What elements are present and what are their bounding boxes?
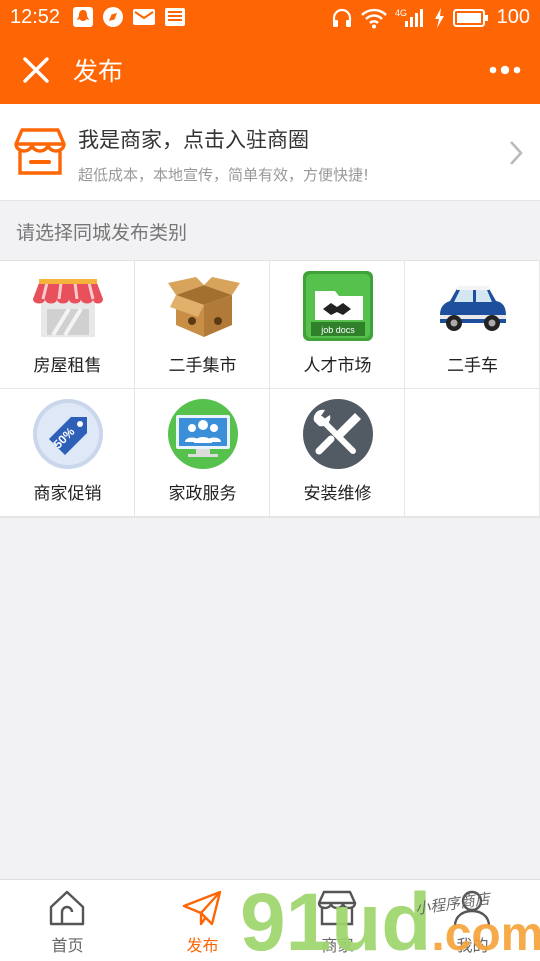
category-used-car[interactable]: 二手车 (405, 261, 540, 389)
category-merchant-promotion[interactable]: 50% 商家促销 (0, 389, 135, 517)
merchant-join-banner[interactable]: 我是商家，点击入驻商圈 超低成本，本地宣传，简单有效，方便快捷! (0, 104, 540, 201)
tab-label: 首页 (51, 936, 84, 955)
category-label: 家政服务 (168, 484, 237, 504)
category-talent-market[interactable]: job docs 人才市场 (270, 261, 405, 389)
wrench-screwdriver-icon (303, 399, 373, 469)
home-icon (49, 890, 85, 926)
section-label: 请选择同城发布类别 (16, 222, 188, 244)
cellular-signal-icon: 4G (395, 8, 423, 27)
compass-notification-icon (103, 7, 123, 27)
app-bar: 发布 (0, 36, 540, 104)
category-label: 人才市场 (303, 356, 372, 376)
category-housekeeping[interactable]: 家政服务 (135, 389, 270, 517)
category-label: 房屋租售 (33, 356, 102, 376)
people-monitor-icon (168, 399, 238, 469)
category-label: 二手集市 (168, 356, 237, 376)
user-icon (453, 890, 491, 927)
store-icon (14, 128, 66, 175)
tab-label: 发布 (186, 936, 219, 955)
close-icon[interactable] (20, 54, 52, 86)
bottom-tab-bar: 首页 发布 商家 我的 (0, 879, 540, 961)
category-label: 二手车 (447, 356, 498, 376)
category-label: 安装维修 (303, 484, 372, 504)
category-label: 商家促销 (33, 484, 102, 504)
category-empty-slot (405, 389, 540, 517)
category-house-rental[interactable]: 房屋租售 (0, 261, 135, 389)
tab-home[interactable]: 首页 (0, 880, 135, 961)
headset-icon (332, 8, 351, 27)
job-docs-text: job docs (320, 325, 355, 335)
category-second-hand-market[interactable]: 二手集市 (135, 261, 270, 389)
charging-icon (434, 7, 444, 28)
notification-icons (72, 6, 186, 28)
status-bar: 12:52 4G 100 (0, 0, 540, 36)
qq-notification-icon (73, 7, 93, 27)
tab-label: 商家 (321, 936, 354, 955)
status-time: 12:52 (10, 6, 61, 28)
mail-notification-icon (133, 9, 155, 25)
news-notification-icon (165, 8, 185, 26)
wifi-icon (360, 8, 387, 28)
category-installation-repair[interactable]: 安装维修 (270, 389, 405, 517)
svg-text:4G: 4G (395, 8, 407, 18)
battery-icon (452, 8, 488, 27)
shop-awning-icon (33, 279, 103, 337)
chevron-right-icon (510, 141, 523, 165)
discount-tag-icon: 50% (33, 399, 103, 469)
tab-publish[interactable]: 发布 (135, 880, 270, 961)
job-docs-icon: job docs (303, 271, 373, 341)
tab-merchant[interactable]: 商家 (270, 880, 405, 961)
car-icon (440, 286, 506, 331)
page-title: 发布 (73, 57, 124, 86)
system-icons: 4G 100 (331, 6, 530, 29)
category-grid: 房屋租售 二手集市 job docs 人才市场 二手车 50% 商家促销 家政服… (0, 260, 540, 518)
merchant-title: 我是商家，点击入驻商圈 (78, 128, 309, 152)
paper-plane-icon (182, 890, 222, 926)
battery-level: 100 (496, 6, 530, 28)
merchant-subtitle: 超低成本，本地宣传，简单有效，方便快捷! (78, 166, 370, 184)
more-options-icon[interactable] (488, 58, 522, 82)
tab-mine[interactable]: 我的 (405, 880, 540, 961)
store-icon (317, 890, 357, 926)
tab-label: 我的 (456, 936, 489, 955)
cardboard-box-icon (168, 277, 240, 337)
